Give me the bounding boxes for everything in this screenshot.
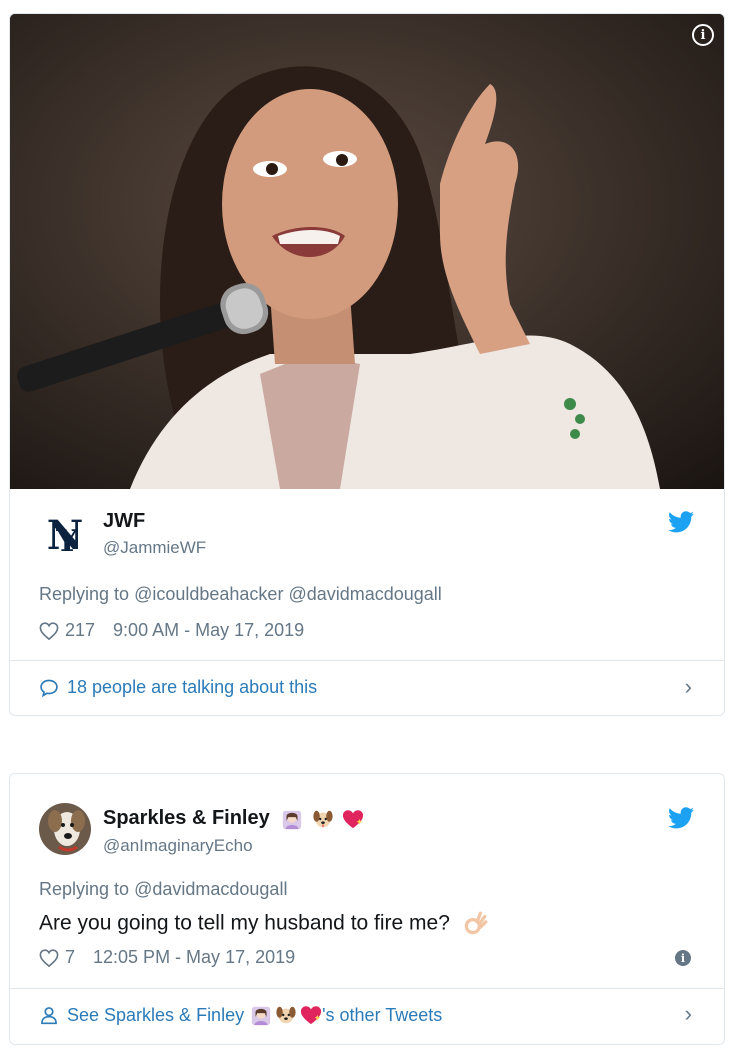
reply-prefix: Replying to xyxy=(39,584,130,604)
dog-face-emoji xyxy=(276,1006,296,1024)
sparkling-heart-emoji xyxy=(343,810,364,828)
tweet-1-reply-context: Replying to @icouldbeahacker @davidmacdo… xyxy=(39,584,442,605)
tweet-2-display-name-row[interactable]: Sparkles & Finley xyxy=(103,807,364,830)
twitter-bird-icon[interactable] xyxy=(668,511,694,533)
twitter-bird-icon[interactable] xyxy=(668,807,694,829)
tweet-2-meta: 7 12:05 PM - May 17, 2019 xyxy=(39,947,295,968)
tweet-1-header: N Y JWF @JammieWF xyxy=(10,509,724,565)
dog-avatar[interactable] xyxy=(39,803,91,855)
see-other-tweets-link[interactable]: See Sparkles & Finley 's other Tweets xyxy=(39,1004,442,1026)
like-count: 217 xyxy=(65,620,96,640)
divider xyxy=(10,988,724,989)
divider xyxy=(10,660,724,661)
tweet-2-text: Are you going to tell my husband to fire… xyxy=(39,911,488,937)
tweet-1-display-name[interactable]: JWF xyxy=(103,510,145,533)
reply-mentions[interactable]: @davidmacdougall xyxy=(134,879,287,899)
person-icon xyxy=(41,1007,57,1025)
speech-bubble-icon xyxy=(40,679,58,697)
tweet-card-1: i N Y JWF @JammieWF Replying to @icouldb… xyxy=(9,13,725,716)
reply-mentions[interactable]: @icouldbeahacker @davidmacdougall xyxy=(134,584,442,604)
see-prefix: See Sparkles & Finley xyxy=(67,1004,245,1025)
woman-raising-hand-emoji xyxy=(251,1006,271,1026)
woman-raising-hand-emoji xyxy=(283,810,302,829)
tweet-timestamp[interactable]: 12:05 PM - May 17, 2019 xyxy=(93,947,295,968)
tweet-2-display-name: Sparkles & Finley xyxy=(103,807,270,829)
see-suffix: 's other Tweets xyxy=(322,1004,443,1025)
yankees-logo[interactable]: N Y xyxy=(39,509,91,561)
tweet-card-2: Sparkles & Finley @anImaginaryEcho Reply… xyxy=(9,773,725,1045)
sparkling-heart-emoji xyxy=(301,1006,322,1025)
chevron-right-icon[interactable]: › xyxy=(685,1001,692,1027)
tweet-2-header: Sparkles & Finley @anImaginaryEcho xyxy=(10,803,724,859)
photo-info-icon[interactable]: i xyxy=(692,24,714,46)
conversation-link[interactable]: 18 people are talking about this xyxy=(39,677,317,698)
heart-icon[interactable] xyxy=(39,621,59,640)
dog-face-emoji xyxy=(313,810,333,827)
conversation-label: 18 people are talking about this xyxy=(67,677,318,697)
speaker-photo-illustration xyxy=(10,14,724,489)
chevron-right-icon[interactable]: › xyxy=(685,674,692,700)
info-icon[interactable]: i xyxy=(675,950,691,966)
tweet-1-handle[interactable]: @JammieWF xyxy=(103,538,206,558)
tweet-1-meta: 217 9:00 AM - May 17, 2019 xyxy=(39,620,304,641)
heart-icon[interactable] xyxy=(39,948,59,967)
tweet-photo[interactable]: i xyxy=(10,14,724,489)
tweet-timestamp[interactable]: 9:00 AM - May 17, 2019 xyxy=(113,620,304,641)
tweet-2-body: Are you going to tell my husband to fire… xyxy=(39,911,450,935)
ok-hand-emoji xyxy=(464,911,488,935)
svg-text:Y: Y xyxy=(55,524,78,559)
reply-prefix: Replying to xyxy=(39,879,130,899)
like-count: 7 xyxy=(65,947,76,967)
tweet-2-reply-context: Replying to @davidmacdougall xyxy=(39,879,287,900)
tweet-2-handle[interactable]: @anImaginaryEcho xyxy=(103,836,253,856)
